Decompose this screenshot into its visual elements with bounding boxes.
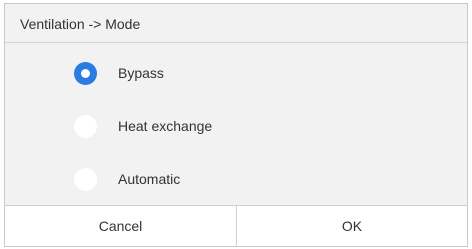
radio-heat-exchange[interactable] xyxy=(74,115,97,138)
cancel-button[interactable]: Cancel xyxy=(5,206,236,246)
mode-option-list: Bypass Heat exchange Automatic xyxy=(5,42,467,202)
option-label-heat-exchange: Heat exchange xyxy=(118,118,213,134)
option-bypass[interactable]: Bypass xyxy=(5,45,467,99)
dialog-title: Ventilation -> Mode xyxy=(20,16,141,32)
dialog-title-bar: Ventilation -> Mode xyxy=(5,4,467,43)
ok-button[interactable]: OK xyxy=(237,206,467,246)
option-automatic[interactable]: Automatic xyxy=(5,151,467,205)
option-label-bypass: Bypass xyxy=(118,65,164,81)
mode-dialog: Ventilation -> Mode Bypass Heat exchange… xyxy=(4,3,468,247)
dialog-footer: Cancel OK xyxy=(5,205,467,246)
radio-bypass[interactable] xyxy=(74,62,97,85)
option-heat-exchange[interactable]: Heat exchange xyxy=(5,98,467,152)
radio-selected-dot-icon xyxy=(81,69,90,78)
radio-automatic[interactable] xyxy=(74,168,97,191)
option-label-automatic: Automatic xyxy=(118,171,181,187)
